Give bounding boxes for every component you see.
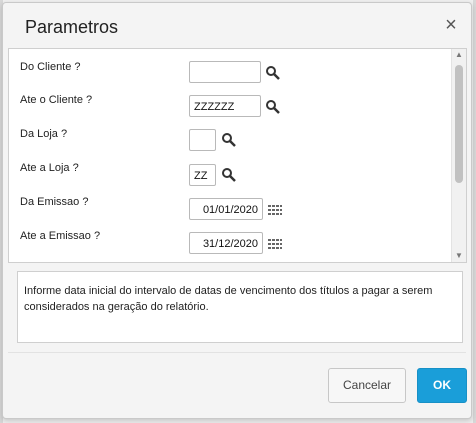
field-label-da-emissao: Da Emissao ? bbox=[20, 196, 89, 208]
field-label-da-loja: Da Loja ? bbox=[20, 128, 68, 140]
search-icon[interactable] bbox=[221, 167, 237, 183]
form-scrollbar[interactable]: ▲ ▼ bbox=[451, 49, 466, 262]
help-text-panel: Informe data inicial do intervalo de dat… bbox=[17, 271, 463, 343]
field-label-ate-loja: Ate a Loja ? bbox=[20, 162, 79, 174]
da-loja-input[interactable] bbox=[189, 129, 216, 151]
calendar-icon[interactable] bbox=[267, 203, 283, 219]
close-icon[interactable]: × bbox=[441, 15, 461, 35]
do-cliente-input[interactable] bbox=[189, 61, 261, 83]
field-row-ate-emissao: Ate a Emissao ? 31/12/2020 bbox=[9, 226, 449, 256]
field-label-ate-emissao: Ate a Emissao ? bbox=[20, 230, 101, 242]
search-icon[interactable] bbox=[265, 99, 281, 115]
ate-loja-input[interactable]: ZZ bbox=[189, 164, 216, 186]
field-label-do-cliente: Do Cliente ? bbox=[20, 61, 81, 73]
cancel-button[interactable]: Cancelar bbox=[328, 368, 406, 403]
search-icon[interactable] bbox=[221, 132, 237, 148]
ate-emissao-input[interactable]: 31/12/2020 bbox=[189, 232, 263, 254]
calendar-icon[interactable] bbox=[267, 237, 283, 253]
search-icon[interactable] bbox=[265, 65, 281, 81]
field-row-da-emissao: Da Emissao ? 01/01/2020 bbox=[9, 192, 449, 222]
da-emissao-input[interactable]: 01/01/2020 bbox=[189, 198, 263, 220]
field-row-da-loja: Da Loja ? bbox=[9, 124, 449, 154]
parameters-dialog: Parametros × Do Cliente ? Ate o Cliente … bbox=[2, 2, 472, 419]
field-row-do-cliente: Do Cliente ? bbox=[9, 57, 449, 87]
field-row-ate-loja: Ate a Loja ? ZZ bbox=[9, 158, 449, 188]
footer-divider bbox=[8, 352, 466, 353]
scroll-down-arrow-icon[interactable]: ▼ bbox=[452, 250, 466, 262]
dialog-title: Parametros bbox=[25, 17, 119, 37]
scrollbar-thumb[interactable] bbox=[455, 65, 463, 183]
parameters-form: Do Cliente ? Ate o Cliente ? ZZZZZZ Da L… bbox=[8, 48, 467, 263]
scroll-up-arrow-icon[interactable]: ▲ bbox=[452, 49, 466, 61]
ok-button[interactable]: OK bbox=[417, 368, 467, 403]
ate-cliente-input[interactable]: ZZZZZZ bbox=[189, 95, 261, 117]
field-label-ate-cliente: Ate o Cliente ? bbox=[20, 94, 93, 106]
field-row-ate-cliente: Ate o Cliente ? ZZZZZZ bbox=[9, 90, 449, 120]
